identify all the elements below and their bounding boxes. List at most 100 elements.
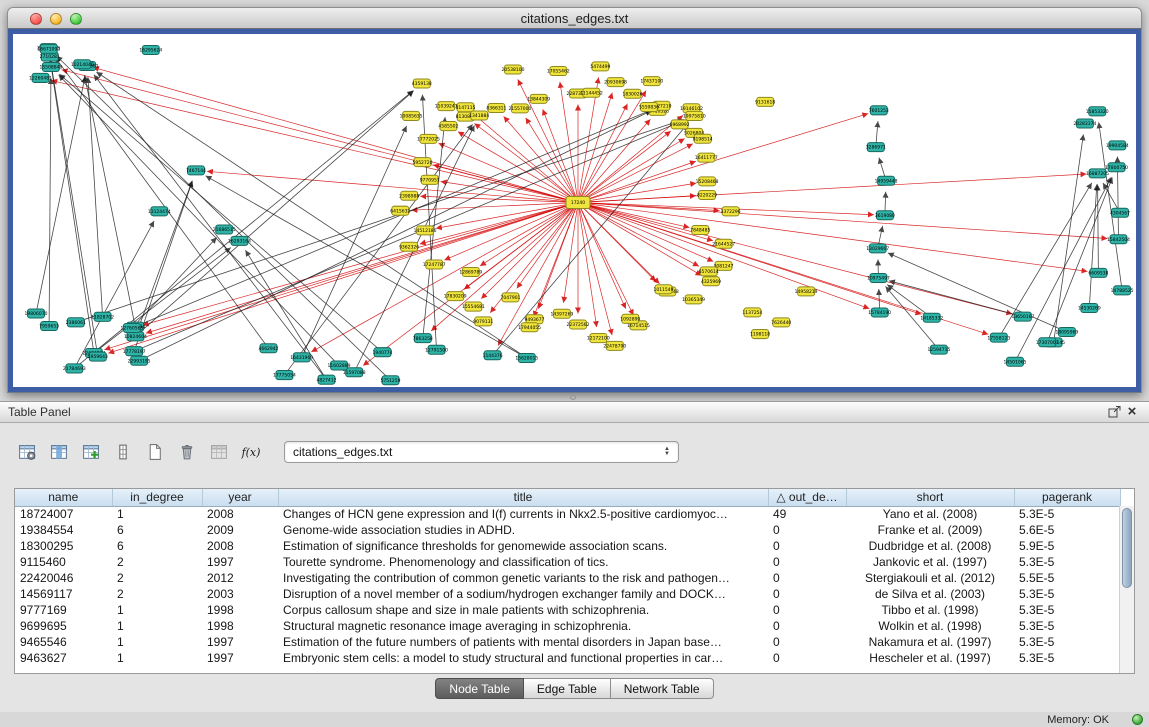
table-cell[interactable]: 5.9E-5 bbox=[1014, 538, 1120, 554]
table-cell[interactable]: de Silva et al. (2003) bbox=[846, 586, 1014, 602]
table-cell[interactable]: Dudbridge et al. (2008) bbox=[846, 538, 1014, 554]
table-cell[interactable]: Stergiakouli et al. (2012) bbox=[846, 570, 1014, 586]
table-cell[interactable]: 9463627 bbox=[15, 650, 112, 666]
table-cell[interactable]: Nakamura et al. (1997) bbox=[846, 634, 1014, 650]
tab-network-table[interactable]: Network Table bbox=[611, 678, 714, 699]
table-cell[interactable]: Embryonic stem cells: a model to study s… bbox=[278, 650, 768, 666]
column-header-in_degree[interactable]: in_degree bbox=[112, 489, 202, 506]
column-header-out_de[interactable]: △ out_de… bbox=[768, 489, 846, 506]
table-cell[interactable]: 0 bbox=[768, 602, 846, 618]
edit-columns-icon[interactable] bbox=[78, 439, 104, 465]
tab-edge-table[interactable]: Edge Table bbox=[524, 678, 611, 699]
table-scrollbar[interactable] bbox=[1119, 506, 1134, 673]
tab-node-table[interactable]: Node Table bbox=[435, 678, 524, 699]
table-cell[interactable]: 6 bbox=[112, 538, 202, 554]
table-cell[interactable]: 5.6E-5 bbox=[1014, 522, 1120, 538]
table-cell[interactable]: 2003 bbox=[202, 586, 278, 602]
table-cell[interactable]: 5.3E-5 bbox=[1014, 618, 1120, 634]
table-cell[interactable]: 1 bbox=[112, 506, 202, 522]
table-cell[interactable]: 1 bbox=[112, 618, 202, 634]
table-cell[interactable]: 0 bbox=[768, 650, 846, 666]
table-cell[interactable]: Tourette syndrome. Phenomenology and cla… bbox=[278, 554, 768, 570]
delete-table-icon[interactable] bbox=[174, 439, 200, 465]
table-cell[interactable]: 9465546 bbox=[15, 634, 112, 650]
close-window-button[interactable] bbox=[30, 13, 42, 25]
table-cell[interactable]: 2012 bbox=[202, 570, 278, 586]
table-cell[interactable]: 18724007 bbox=[15, 506, 112, 522]
network-canvas[interactable]: 1550884814794381271028110214040217953731… bbox=[13, 34, 1136, 387]
window-titlebar[interactable]: citations_edges.txt bbox=[7, 7, 1142, 29]
table-cell[interactable]: 5.3E-5 bbox=[1014, 650, 1120, 666]
table-cell[interactable]: Franke et al. (2009) bbox=[846, 522, 1014, 538]
table-settings-icon[interactable] bbox=[14, 439, 40, 465]
table-cell[interactable]: 0 bbox=[768, 618, 846, 634]
close-panel-icon[interactable]: × bbox=[1123, 404, 1141, 420]
table-cell[interactable]: Corpus callosum shape and size in male p… bbox=[278, 602, 768, 618]
table-cell[interactable]: 2009 bbox=[202, 522, 278, 538]
table-cell[interactable]: Disruption of a novel member of a sodium… bbox=[278, 586, 768, 602]
table-cell[interactable]: 18300295 bbox=[15, 538, 112, 554]
table-cell[interactable]: 2 bbox=[112, 554, 202, 570]
column-header-pagerank[interactable]: pagerank bbox=[1014, 489, 1120, 506]
table-cell[interactable]: 9115460 bbox=[15, 554, 112, 570]
table-row[interactable]: 946554611997Estimation of the future num… bbox=[15, 634, 1120, 650]
table-scrollbar-thumb[interactable] bbox=[1122, 508, 1132, 588]
column-header-year[interactable]: year bbox=[202, 489, 278, 506]
table-cell[interactable]: 5.3E-5 bbox=[1014, 602, 1120, 618]
column-header-name[interactable]: name bbox=[15, 489, 112, 506]
table-cell[interactable]: 1997 bbox=[202, 650, 278, 666]
table-cell[interactable]: 14569117 bbox=[15, 586, 112, 602]
table-row[interactable]: 1830029562008Estimation of significance … bbox=[15, 538, 1120, 554]
table-cell[interactable]: 9777169 bbox=[15, 602, 112, 618]
table-row[interactable]: 977716911998Corpus callosum shape and si… bbox=[15, 602, 1120, 618]
select-columns-icon[interactable] bbox=[46, 439, 72, 465]
table-cell[interactable]: 2008 bbox=[202, 538, 278, 554]
table-cell[interactable]: 1 bbox=[112, 602, 202, 618]
table-cell[interactable]: 1 bbox=[112, 650, 202, 666]
table-cell[interactable]: Estimation of the future numbers of pati… bbox=[278, 634, 768, 650]
table-row[interactable]: 1872400712008Changes of HCN gene express… bbox=[15, 506, 1120, 522]
table-cell[interactable]: 0 bbox=[768, 522, 846, 538]
table-cell[interactable]: Jankovic et al. (1997) bbox=[846, 554, 1014, 570]
table-cell[interactable]: Investigating the contribution of common… bbox=[278, 570, 768, 586]
table-cell[interactable]: 0 bbox=[768, 634, 846, 650]
table-row[interactable]: 2242004622012Investigating the contribut… bbox=[15, 570, 1120, 586]
import-table-icon[interactable] bbox=[206, 439, 232, 465]
minimize-window-button[interactable] bbox=[50, 13, 62, 25]
table-cell[interactable]: 5.3E-5 bbox=[1014, 586, 1120, 602]
table-cell[interactable]: Wolkin et al. (1998) bbox=[846, 618, 1014, 634]
float-panel-icon[interactable] bbox=[1105, 404, 1123, 420]
table-cell[interactable]: 1997 bbox=[202, 554, 278, 570]
table-cell[interactable]: 1997 bbox=[202, 634, 278, 650]
row-format-icon[interactable] bbox=[110, 439, 136, 465]
table-cell[interactable]: Tibbo et al. (1998) bbox=[846, 602, 1014, 618]
table-cell[interactable]: 1998 bbox=[202, 602, 278, 618]
table-cell[interactable]: 2 bbox=[112, 586, 202, 602]
network-table-selector[interactable]: citations_edges.txt ▲▼ bbox=[284, 441, 679, 463]
column-header-title[interactable]: title bbox=[278, 489, 768, 506]
table-cell[interactable]: 5.3E-5 bbox=[1014, 554, 1120, 570]
table-cell[interactable]: 6 bbox=[112, 522, 202, 538]
new-table-icon[interactable] bbox=[142, 439, 168, 465]
table-cell[interactable]: Genome-wide association studies in ADHD. bbox=[278, 522, 768, 538]
table-cell[interactable]: 0 bbox=[768, 570, 846, 586]
table-cell[interactable]: 49 bbox=[768, 506, 846, 522]
column-header-short[interactable]: short bbox=[846, 489, 1014, 506]
table-cell[interactable]: 5.3E-5 bbox=[1014, 634, 1120, 650]
table-cell[interactable]: Structural magnetic resonance image aver… bbox=[278, 618, 768, 634]
table-cell[interactable]: Yano et al. (2008) bbox=[846, 506, 1014, 522]
table-row[interactable]: 1938455462009Genome-wide association stu… bbox=[15, 522, 1120, 538]
table-cell[interactable]: 22420046 bbox=[15, 570, 112, 586]
table-cell[interactable]: 9699695 bbox=[15, 618, 112, 634]
table-row[interactable]: 946362711997Embryonic stem cells: a mode… bbox=[15, 650, 1120, 666]
table-cell[interactable]: 5.3E-5 bbox=[1014, 506, 1120, 522]
table-cell[interactable]: Estimation of significance thresholds fo… bbox=[278, 538, 768, 554]
table-cell[interactable]: 2 bbox=[112, 570, 202, 586]
table-cell[interactable]: Hescheler et al. (1997) bbox=[846, 650, 1014, 666]
table-cell[interactable]: 0 bbox=[768, 586, 846, 602]
panel-drag-handle[interactable] bbox=[570, 395, 576, 400]
table-cell[interactable]: 0 bbox=[768, 554, 846, 570]
table-cell[interactable]: 0 bbox=[768, 538, 846, 554]
function-builder-icon[interactable]: f(x) bbox=[238, 439, 264, 465]
zoom-window-button[interactable] bbox=[70, 13, 82, 25]
